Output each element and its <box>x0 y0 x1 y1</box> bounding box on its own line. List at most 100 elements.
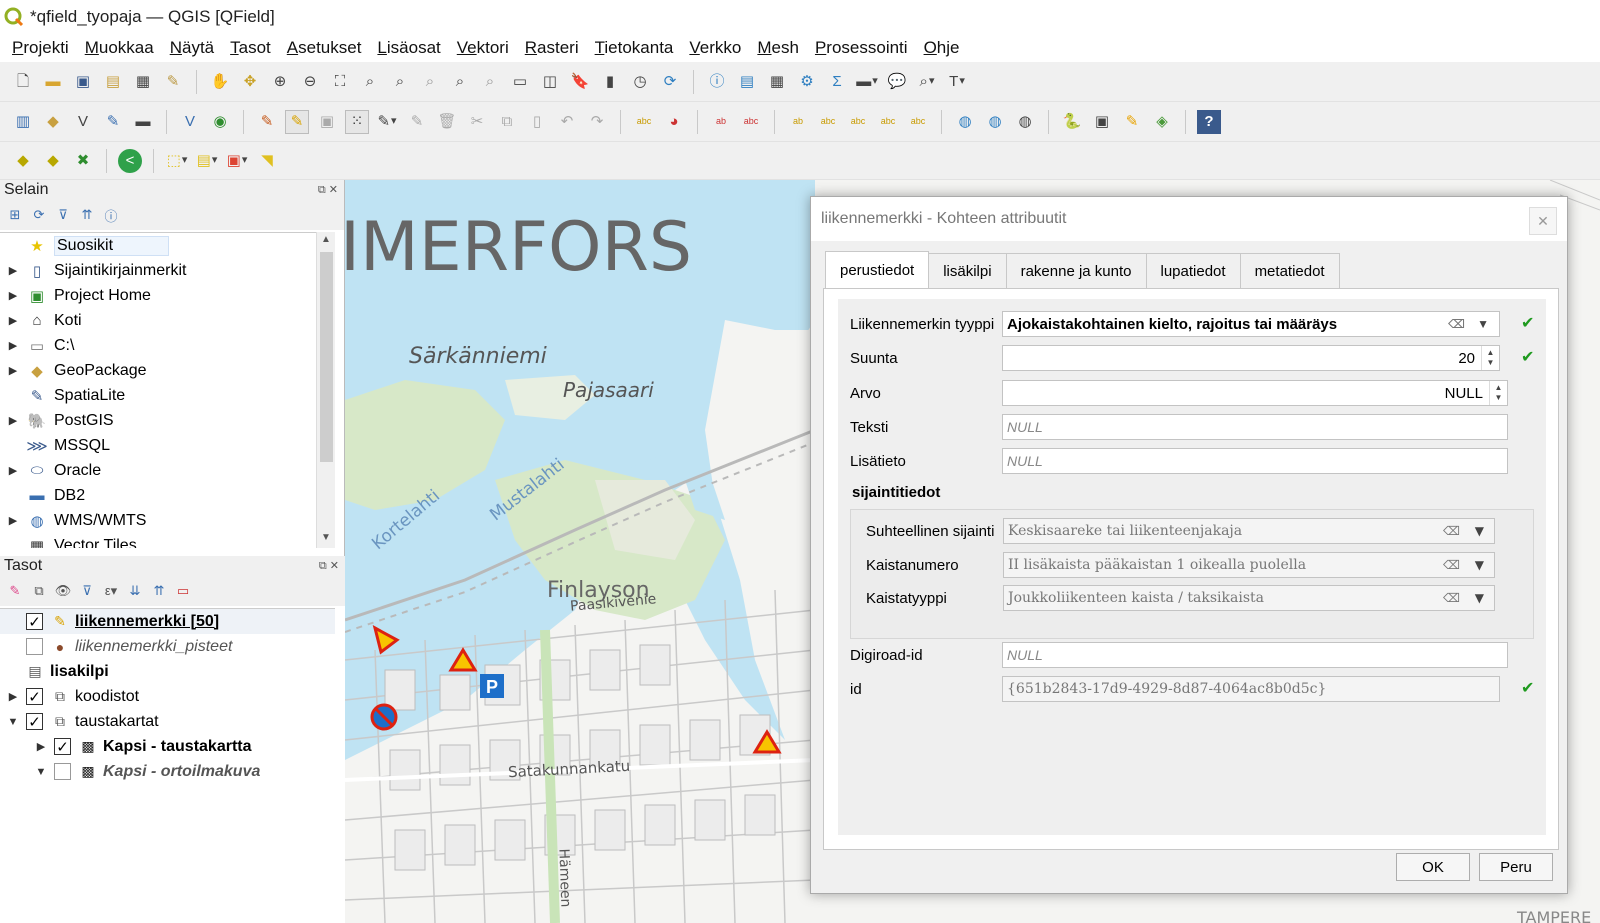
browser-item[interactable]: ▶ ▣ Project Home <box>0 283 335 308</box>
manage-visibility-icon[interactable]: 👁 <box>54 582 72 600</box>
online-resources-icon[interactable]: ◍ <box>983 110 1007 134</box>
tab-perustiedot[interactable]: perustiedot <box>825 251 930 288</box>
layer-row[interactable]: ▼ ✓ ⧉ taustakartat <box>0 709 335 734</box>
browser-item[interactable]: ▶ ⌂ Koti <box>0 308 335 333</box>
zoom-to-layer-icon[interactable]: ⌕ <box>388 70 412 94</box>
collapse-all-icon[interactable]: ⇈ <box>78 206 96 224</box>
toggle-editing-icon[interactable]: ✎ <box>285 109 309 134</box>
quickmap-services-icon[interactable]: ◍ <box>1013 110 1037 134</box>
zoom-full-icon[interactable]: ⛶ <box>328 70 352 94</box>
refresh-icon[interactable]: ⟳ <box>658 70 682 94</box>
paste-features-icon[interactable]: ▯ <box>525 110 549 134</box>
kaistanumero-combobox[interactable]: II lisäkaista pääkaistan 1 oikealla puol… <box>1003 552 1495 578</box>
plugin-cube-icon[interactable]: ◆ <box>11 149 35 173</box>
browser-item[interactable]: ▬ DB2 <box>0 483 335 508</box>
liikennemerkin-tyyppi-combobox[interactable]: Ajokaistakohtainen kielto, rajoitus tai … <box>1002 311 1500 337</box>
tab-metatiedot[interactable]: metatiedot <box>1239 253 1340 288</box>
layout-manager-icon[interactable]: ▦ <box>131 70 155 94</box>
clear-icon[interactable]: ⌫ <box>1448 317 1465 331</box>
menu-tasot[interactable]: Tasot <box>222 38 279 58</box>
menu-näytä[interactable]: Näytä <box>162 38 222 58</box>
processing-toolbox-icon[interactable]: ⚙ <box>795 70 819 94</box>
metasearch-icon[interactable]: ◍ <box>953 110 977 134</box>
help-icon[interactable]: ? <box>1197 109 1221 134</box>
panel-float-close-icon[interactable]: ⧉ ✕ <box>319 559 339 573</box>
chevron-right-icon[interactable]: ▶ <box>0 690 26 703</box>
menu-mesh[interactable]: Mesh <box>749 38 807 58</box>
zoom-next-icon[interactable]: ⌕ <box>478 70 502 94</box>
field-calculator-icon[interactable]: ▦ <box>765 70 789 94</box>
layer-visibility-checkbox[interactable] <box>54 763 71 780</box>
browser-item[interactable]: ▶ ◍ WMS/WMTS <box>0 508 335 533</box>
add-vector-layer-icon[interactable]: V <box>71 110 95 134</box>
deselect-all-icon[interactable]: ▣ <box>225 149 249 173</box>
lisatieto-input[interactable]: NULL <box>1002 448 1508 474</box>
suunta-spinbox[interactable]: 20 ▲ ▼ <box>1002 345 1500 371</box>
show-hide-labels-icon[interactable]: abc <box>816 110 840 134</box>
tab-lisäkilpi[interactable]: lisäkilpi <box>928 253 1007 288</box>
modify-attributes-icon[interactable]: ✎ <box>405 110 429 134</box>
move-label-icon[interactable]: abc <box>846 110 870 134</box>
chevron-down-icon[interactable]: ▼ <box>1475 524 1484 538</box>
menu-prosessointi[interactable]: Prosessointi <box>807 38 916 58</box>
zoom-native-icon[interactable]: ⌕ <box>418 70 442 94</box>
georeferencer-icon[interactable]: ◉ <box>208 110 232 134</box>
layer-row[interactable]: ▼ ▩ Kapsi - ortoilmakuva <box>0 759 335 784</box>
zoom-last-icon[interactable]: ⌕ <box>448 70 472 94</box>
add-delimited-text-icon[interactable]: ✎ <box>101 110 125 134</box>
open-project-icon[interactable]: ▬ <box>41 70 65 94</box>
menu-asetukset[interactable]: Asetukset <box>279 38 370 58</box>
chevron-right-icon[interactable]: ▶ <box>0 464 26 477</box>
clear-icon[interactable]: ⌫ <box>1443 591 1460 605</box>
save-project-icon[interactable]: ▣ <box>71 70 95 94</box>
browser-item[interactable]: ▶ ▭ C:\ <box>0 333 335 358</box>
spin-arrows-icon[interactable]: ▲ ▼ <box>1481 346 1499 370</box>
highlight-pinned-labels-icon[interactable]: ab <box>709 110 733 134</box>
parking-sign-marker[interactable]: P <box>480 674 504 698</box>
menu-muokkaa[interactable]: Muokkaa <box>77 38 162 58</box>
menu-tietokanta[interactable]: Tietokanta <box>587 38 682 58</box>
filter-legend-icon[interactable]: ⊽ <box>78 582 96 600</box>
select-by-value-icon[interactable]: ▤ <box>195 149 219 173</box>
new-project-icon[interactable]: 🗋 <box>11 70 35 94</box>
chevron-right-icon[interactable]: ▶ <box>0 314 26 327</box>
collapse-all-layers-icon[interactable]: ⇈ <box>150 582 168 600</box>
chevron-right-icon[interactable]: ▶ <box>28 740 54 753</box>
new-3d-view-icon[interactable]: ◫ <box>538 70 562 94</box>
browser-item[interactable]: ▶ 🐘 PostGIS <box>0 408 335 433</box>
chevron-right-icon[interactable]: ▶ <box>0 289 26 302</box>
browser-item[interactable]: ▶ ◆ GeoPackage <box>0 358 335 383</box>
text-annotation-icon[interactable]: T <box>945 70 969 94</box>
menu-lisäosat[interactable]: Lisäosat <box>369 38 448 58</box>
filter-expression-icon[interactable]: ε▾ <box>102 582 120 600</box>
toggle-labels-icon[interactable]: abc <box>739 110 763 134</box>
pan-hand-icon[interactable]: ✋ <box>208 70 232 94</box>
chevron-down-icon[interactable]: ▼ <box>0 716 26 728</box>
browser-item[interactable]: ⋙ MSSQL <box>0 433 335 458</box>
layer-visibility-checkbox[interactable]: ✓ <box>26 688 43 706</box>
new-map-view-icon[interactable]: ▭ <box>508 70 532 94</box>
menu-rasteri[interactable]: Rasteri <box>517 38 587 58</box>
python-console-icon[interactable]: 🐍 <box>1060 110 1084 134</box>
temporal-controller-icon[interactable]: ◷ <box>628 70 652 94</box>
current-edits-icon[interactable]: ✎ <box>255 110 279 134</box>
ok-button[interactable]: OK <box>1396 853 1470 881</box>
qfield-sync-icon[interactable]: ✎ <box>1120 110 1144 134</box>
qfield-project-icon[interactable]: ◈ <box>1150 110 1174 134</box>
chevron-down-icon[interactable]: ▼ <box>1477 317 1489 331</box>
cut-features-icon[interactable]: ✂ <box>465 110 489 134</box>
layer-row[interactable]: ▶ ✓ ⧉ koodistot <box>0 684 335 709</box>
new-print-layout-icon[interactable]: ▤ <box>101 70 125 94</box>
new-bookmark-icon[interactable]: 🔖 <box>568 70 592 94</box>
zoom-to-selection-icon[interactable]: ⌕ <box>358 70 382 94</box>
chevron-right-icon[interactable]: ▶ <box>0 339 26 352</box>
layer-visibility-checkbox[interactable] <box>26 638 43 655</box>
clear-icon[interactable]: ⌫ <box>1443 524 1460 538</box>
zoom-out-icon[interactable]: ⊖ <box>298 70 322 94</box>
tab-lupatiedot[interactable]: lupatiedot <box>1145 253 1241 288</box>
tab-rakenne-ja-kunto[interactable]: rakenne ja kunto <box>1005 253 1147 288</box>
filter-browser-icon[interactable]: ⊽ <box>54 206 72 224</box>
browser-item[interactable]: ★ Suosikit <box>0 233 335 258</box>
teksti-input[interactable]: NULL <box>1002 414 1508 440</box>
vertex-tool-icon[interactable]: ✎ <box>375 110 399 134</box>
